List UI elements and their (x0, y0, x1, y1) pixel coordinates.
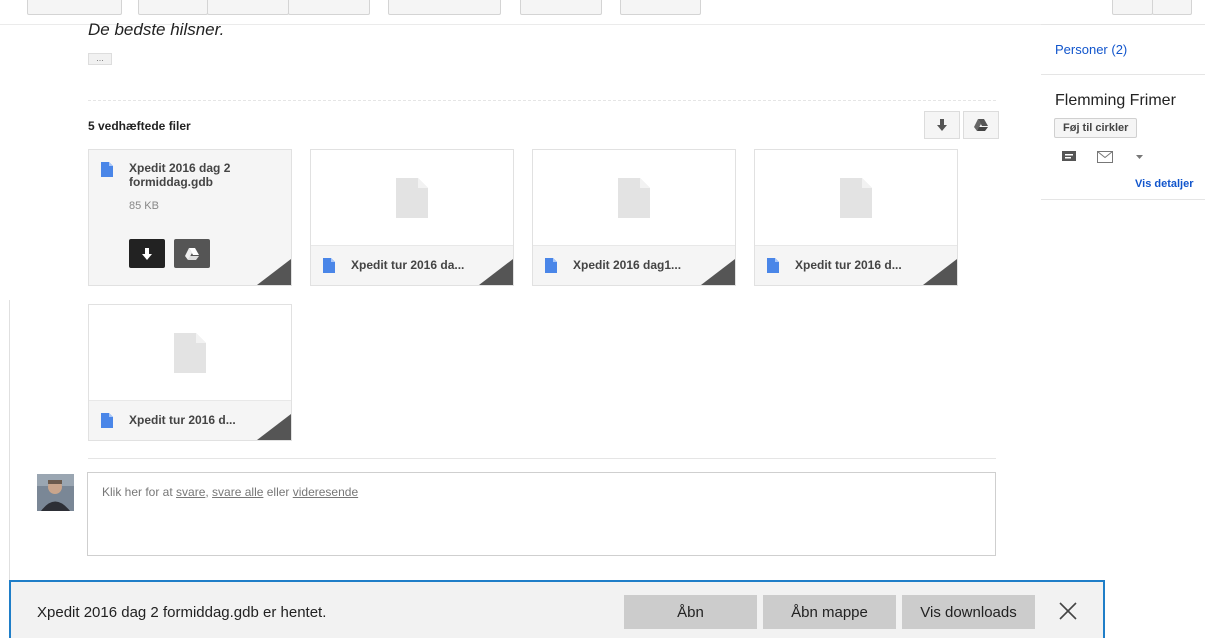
save-all-to-drive-button[interactable] (963, 111, 999, 139)
attachment-thumbnail (311, 150, 513, 245)
file-icon (101, 413, 113, 428)
show-downloads-button[interactable]: Vis downloads (902, 595, 1035, 629)
attachment-thumbnail (89, 305, 291, 400)
attachment-save-to-drive-button[interactable] (174, 239, 210, 268)
download-status-text: Xpedit 2016 dag 2 formiddag.gdb er hente… (37, 604, 327, 621)
forward-link[interactable]: videresende (293, 485, 358, 499)
attachment-name: Xpedit tur 2016 d... (795, 258, 902, 272)
people-header[interactable]: Personer (2) (1055, 42, 1127, 57)
close-icon[interactable] (1057, 600, 1079, 622)
reply-box[interactable]: Klik her for at svare, svare alle eller … (87, 472, 996, 556)
toolbar-button[interactable] (620, 0, 701, 15)
attachment-card[interactable]: Xpedit 2016 dag1... (532, 149, 736, 286)
sidebar-divider (1041, 24, 1205, 25)
download-bar: Xpedit 2016 dag 2 formiddag.gdb er hente… (9, 580, 1105, 638)
reply-divider (88, 458, 996, 459)
open-folder-button[interactable]: Åbn mappe (763, 595, 896, 629)
person-name: Flemming Frimer (1055, 92, 1176, 109)
file-icon (101, 162, 113, 177)
open-button[interactable]: Åbn (624, 595, 757, 629)
download-all-button[interactable] (924, 111, 960, 139)
toolbar-button[interactable] (27, 0, 122, 15)
avatar (37, 474, 74, 511)
toolbar-button[interactable] (207, 0, 289, 15)
download-icon (142, 247, 152, 260)
toolbar-button[interactable] (138, 0, 208, 15)
toolbar-button[interactable] (1152, 0, 1192, 15)
sidebar-divider (1041, 74, 1205, 75)
drive-icon (185, 247, 199, 260)
attachment-name: Xpedit 2016 dag 2 formiddag.gdb (129, 161, 231, 189)
file-icon (767, 258, 779, 273)
attachment-name: Xpedit tur 2016 d... (129, 413, 236, 427)
card-corner-fold (701, 259, 735, 285)
toolbar-button[interactable] (288, 0, 370, 15)
attachment-size: 85 KB (129, 200, 159, 212)
toolbar-button[interactable] (520, 0, 602, 15)
file-icon (323, 258, 335, 273)
reply-prompt: Klik her for at svare, svare alle eller … (102, 485, 358, 499)
attachment-card[interactable]: Xpedit tur 2016 da... (310, 149, 514, 286)
chat-icon[interactable] (1062, 151, 1076, 163)
toolbar-button[interactable] (1112, 0, 1153, 15)
attachment-thumbnail (533, 150, 735, 245)
reply-link[interactable]: svare (176, 485, 205, 499)
attachment-thumbnail (755, 150, 957, 245)
card-corner-fold (257, 259, 291, 285)
drive-icon (974, 119, 988, 131)
attachment-card[interactable]: Xpedit tur 2016 d... (754, 149, 958, 286)
add-to-circles-button[interactable]: Føj til cirkler (1054, 118, 1138, 138)
file-icon (545, 258, 557, 273)
attachment-name: Xpedit 2016 dag1... (573, 258, 682, 272)
attachments-heading: 5 vedhæftede filer (88, 119, 191, 133)
toolbar-button[interactable] (388, 0, 501, 15)
reply-prompt-text: Klik her for at (102, 485, 177, 499)
attachment-download-button[interactable] (129, 239, 165, 268)
card-corner-fold (479, 259, 513, 285)
chevron-down-icon[interactable] (1136, 155, 1143, 160)
show-trimmed-content-button[interactable]: ... (88, 53, 112, 65)
email-icon[interactable] (1097, 151, 1113, 163)
attachment-name: Xpedit tur 2016 da... (351, 258, 465, 272)
attachment-card[interactable]: Xpedit tur 2016 d... (88, 304, 292, 441)
reply-all-link[interactable]: svare alle (212, 485, 263, 499)
message-greeting: De bedste hilsner. (88, 20, 225, 39)
generic-file-icon (396, 177, 428, 218)
generic-file-icon (840, 177, 872, 218)
download-icon (937, 119, 947, 131)
generic-file-icon (618, 177, 650, 218)
attachments-divider (88, 100, 996, 101)
user-photo-icon (37, 474, 74, 511)
show-details-link[interactable]: Vis detaljer (1135, 178, 1194, 190)
card-corner-fold (257, 414, 291, 440)
attachment-card-expanded[interactable]: Xpedit 2016 dag 2 formiddag.gdb 85 KB (88, 149, 292, 286)
card-corner-fold (923, 259, 957, 285)
reply-or-text: eller (263, 485, 293, 499)
window-edge (9, 300, 10, 580)
generic-file-icon (174, 332, 206, 373)
sidebar-divider (1041, 199, 1205, 200)
